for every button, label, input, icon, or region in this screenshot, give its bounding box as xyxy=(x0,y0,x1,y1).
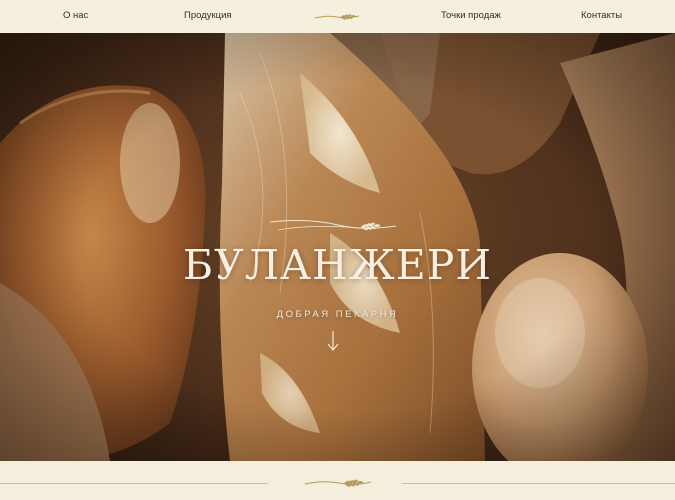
divider-line-right xyxy=(402,483,675,484)
nav-link-about[interactable]: О нас xyxy=(63,10,88,21)
wheat-sprig-icon[interactable] xyxy=(313,11,361,23)
hero-section: БУЛАНЖЕРИ ДОБРАЯ ПЕКАРНЯ xyxy=(0,33,675,461)
nav-link-contacts[interactable]: Контакты xyxy=(581,10,622,21)
nav-link-sales-points[interactable]: Точки продаж xyxy=(441,10,501,21)
arrow-down-icon[interactable] xyxy=(326,330,340,352)
section-divider xyxy=(0,461,675,500)
divider-line-left xyxy=(0,483,268,484)
wheat-ornament-icon xyxy=(269,220,397,231)
nav-link-products[interactable]: Продукция xyxy=(184,10,232,21)
hero-title: БУЛАНЖЕРИ xyxy=(182,241,493,289)
top-navigation: О нас Продукция Точки продаж Контакты xyxy=(0,0,675,33)
wheat-sprig-icon xyxy=(304,479,372,487)
hero-subtitle: ДОБРАЯ ПЕКАРНЯ xyxy=(276,309,399,320)
